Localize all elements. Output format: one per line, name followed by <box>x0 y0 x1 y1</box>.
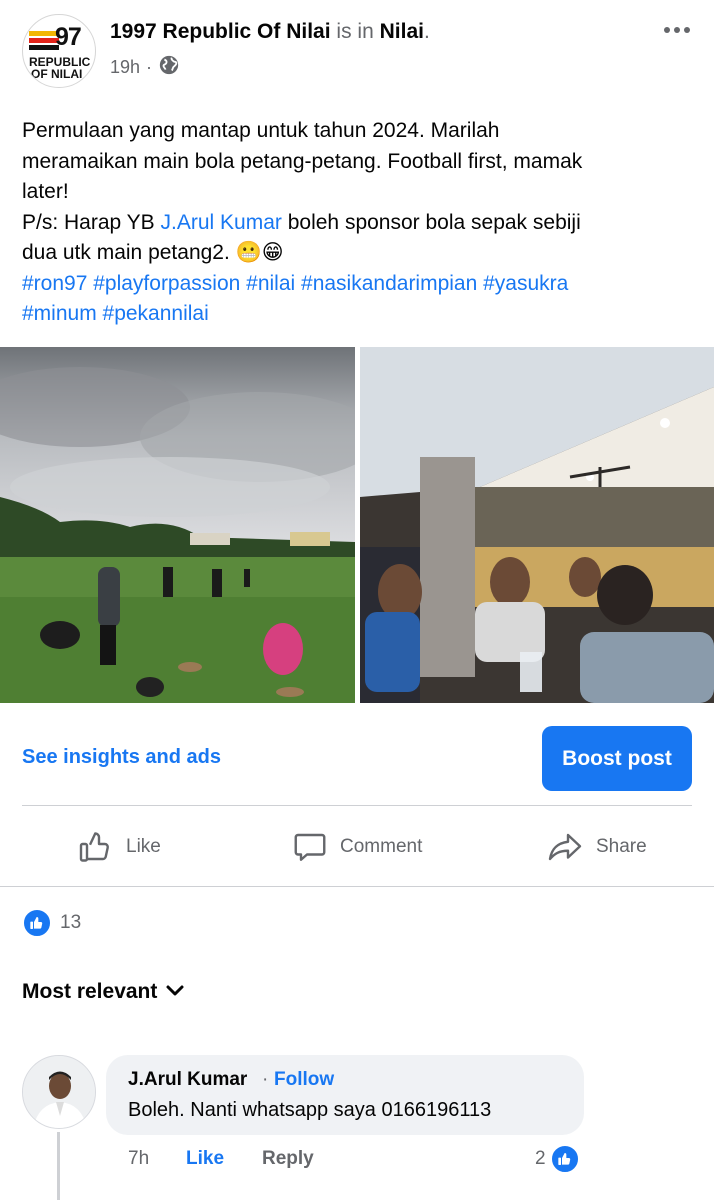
like-button[interactable]: Like <box>78 808 161 886</box>
hashtags-line[interactable]: #ron97 #playforpassion #nilai #nasikanda… <box>22 269 692 300</box>
commenter-avatar[interactable] <box>22 1055 96 1129</box>
page-name-link[interactable]: 1997 Republic Of Nilai <box>110 20 331 43</box>
comment-bubble: J.Arul Kumar · Follow Boleh. Nanti whats… <box>106 1055 584 1135</box>
comment-sort-dropdown[interactable]: Most relevant <box>22 980 185 1004</box>
comment-reply-button[interactable]: Reply <box>262 1148 314 1170</box>
comment-text: Boleh. Nanti whatsapp saya 0166196113 <box>128 1099 492 1121</box>
chevron-down-icon <box>165 980 185 1004</box>
comment-icon <box>292 829 328 865</box>
thread-line <box>57 1132 60 1200</box>
post-time[interactable]: 19h <box>110 57 140 78</box>
post-text-suffix: boleh sponsor bola sepak sebiji <box>281 210 581 234</box>
post-author-line: 1997 Republic Of Nilai is in Nilai. <box>110 19 430 45</box>
photo-restaurant[interactable] <box>360 347 714 703</box>
is-in-text: is in <box>336 20 374 43</box>
post-meta: 19h · <box>110 54 180 81</box>
comment-time[interactable]: 7h <box>128 1148 149 1170</box>
like-label: Like <box>126 836 161 857</box>
more-options-icon[interactable] <box>660 18 694 42</box>
post-text-line: P/s: Harap YB J.Arul Kumar boleh sponsor… <box>22 208 692 239</box>
boost-post-button[interactable]: Boost post <box>542 726 692 791</box>
comment-separator: · <box>262 1069 269 1090</box>
thumbs-up-icon <box>78 829 114 865</box>
logo-text-line2: OF NILAI <box>31 67 83 81</box>
follow-button[interactable]: Follow <box>274 1069 334 1091</box>
logo-number: 97 <box>55 23 82 51</box>
post-text-line: dua utk main petang2. 😬😁 <box>22 241 284 264</box>
share-label: Share <box>596 836 647 857</box>
insights-row: See insights and ads Boost post <box>0 722 714 794</box>
divider <box>0 886 714 887</box>
mention-link[interactable]: J.Arul Kumar <box>161 211 282 234</box>
sort-label: Most relevant <box>22 980 158 1003</box>
location-link[interactable]: Nilai <box>380 20 424 43</box>
meta-separator: · <box>146 57 153 77</box>
see-insights-link[interactable]: See insights and ads <box>22 746 221 769</box>
divider <box>22 805 692 806</box>
reaction-summary[interactable]: 13 <box>22 908 81 938</box>
post-actions: Like Comment Share <box>0 808 714 886</box>
comment-like-button[interactable]: Like <box>186 1148 224 1170</box>
share-button[interactable]: Share <box>546 808 647 886</box>
post-text-line: later! <box>22 180 69 203</box>
post-text-line: Permulaan yang mantap untuk tahun 2024. … <box>22 119 500 142</box>
globe-icon <box>158 54 180 81</box>
comment-reaction-count: 2 <box>535 1148 546 1169</box>
comment-reaction-summary[interactable]: 2 <box>535 1144 580 1174</box>
reaction-count: 13 <box>60 912 82 933</box>
post-text: Permulaan yang mantap untuk tahun 2024. … <box>22 116 692 330</box>
like-reaction-icon <box>22 908 52 938</box>
comment-button[interactable]: Comment <box>292 808 422 886</box>
post-text-line: meramaikan main bola petang-petang. Foot… <box>22 149 583 173</box>
hashtags-line[interactable]: #minum #pekannilai <box>22 299 692 330</box>
location-period: . <box>423 20 430 43</box>
post-text-prefix: P/s: Harap YB <box>22 210 161 234</box>
comment-author[interactable]: J.Arul Kumar <box>128 1069 247 1091</box>
photo-football-field[interactable] <box>0 347 355 703</box>
like-reaction-icon <box>549 1144 580 1174</box>
post-header: 97 REPUBLIC OF NILAI 1997 Republic Of Ni… <box>0 0 714 100</box>
share-icon <box>546 829 584 865</box>
comment-label: Comment <box>340 836 423 857</box>
page-avatar[interactable]: 97 REPUBLIC OF NILAI <box>22 14 96 88</box>
